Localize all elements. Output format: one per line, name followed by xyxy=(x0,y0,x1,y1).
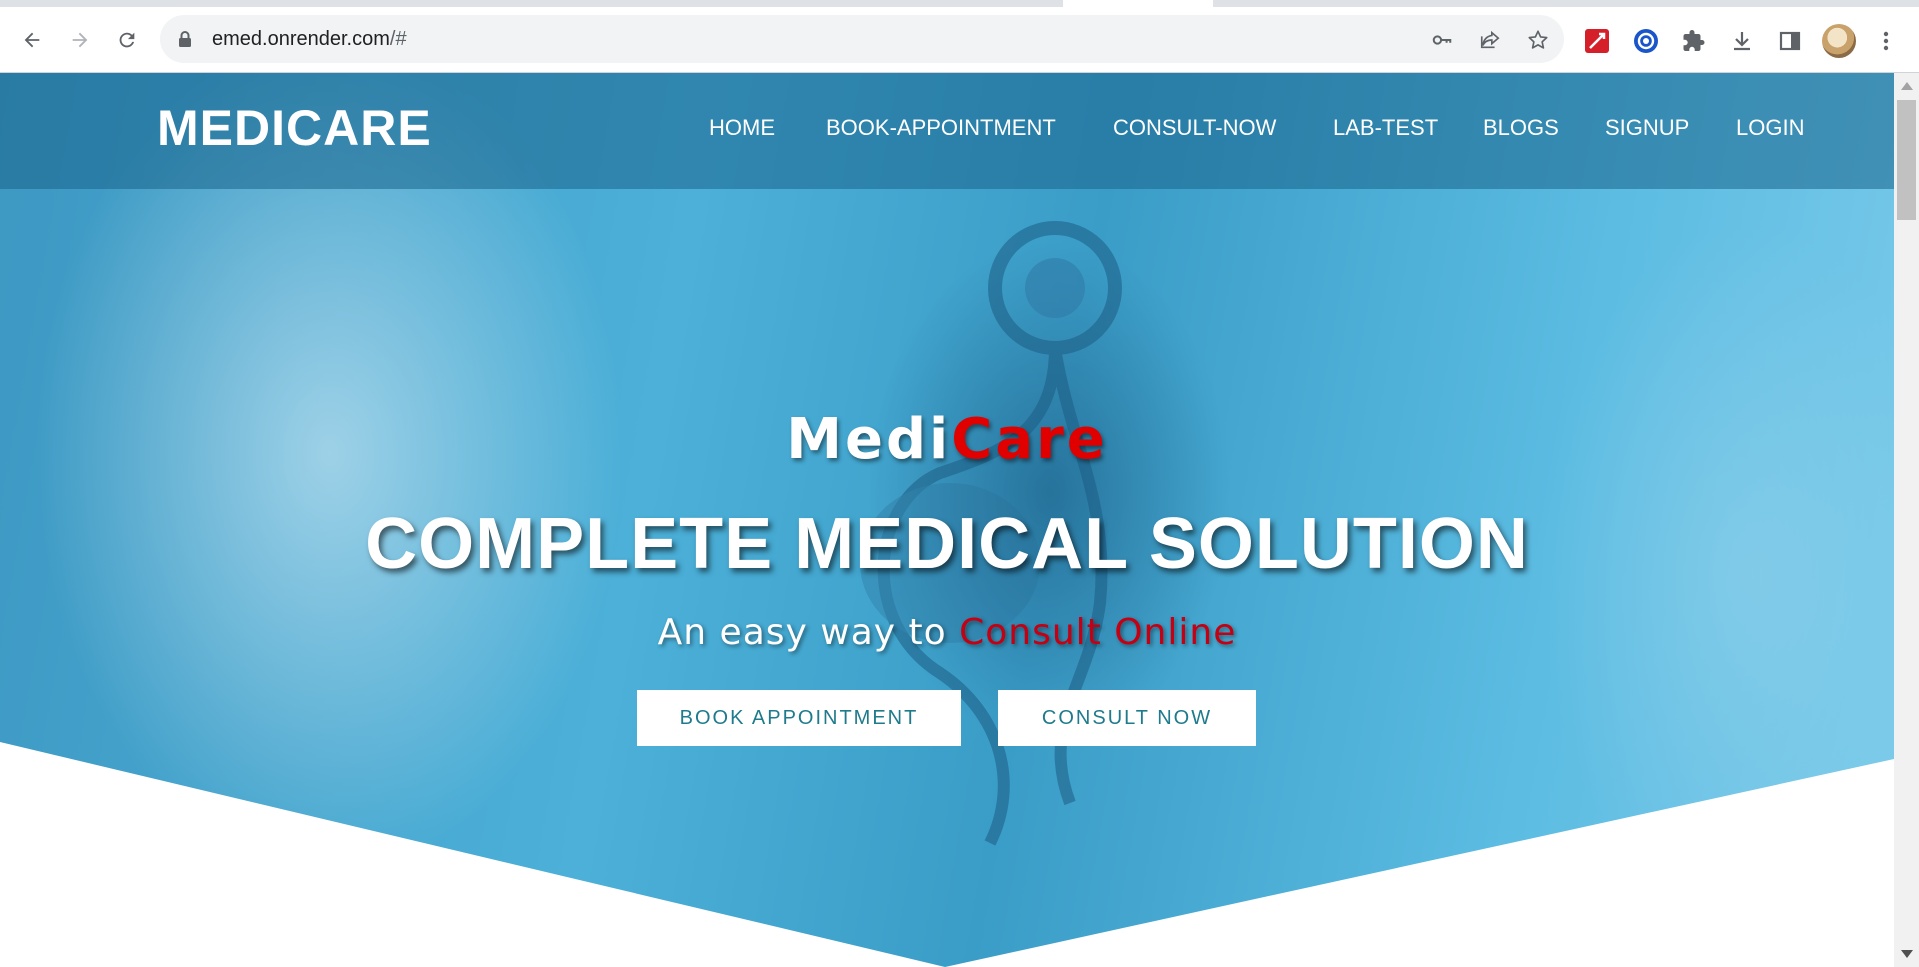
nav-lab-test[interactable]: LAB-TEST xyxy=(1333,115,1438,141)
profile-avatar[interactable] xyxy=(1822,24,1856,58)
hero-tagline: An easy way to Consult Online xyxy=(0,612,1894,653)
nav-login[interactable]: LOGIN xyxy=(1736,115,1804,141)
url-text: emed.onrender.com/# xyxy=(212,28,407,51)
page-scrollbar[interactable] xyxy=(1894,73,1919,967)
hero-brand-title: MediCare xyxy=(0,407,1894,472)
scroll-down-arrow-icon[interactable] xyxy=(1901,950,1913,958)
reload-icon[interactable] xyxy=(110,23,144,57)
url-host: emed.onrender.com xyxy=(212,28,390,50)
address-bar[interactable]: emed.onrender.com/# xyxy=(160,15,1564,63)
lock-icon[interactable] xyxy=(178,30,192,52)
tab-strip xyxy=(0,0,1919,7)
tagline-prefix: An easy way to xyxy=(657,612,947,653)
puzzle-icon[interactable] xyxy=(1679,26,1709,56)
nav-book-appointment[interactable]: BOOK-APPOINTMENT xyxy=(826,115,1056,141)
nav-consult-now[interactable]: CONSULT-NOW xyxy=(1113,115,1276,141)
star-icon[interactable] xyxy=(1525,27,1551,53)
scrollbar-thumb[interactable] xyxy=(1897,100,1916,220)
nav-blogs[interactable]: BLOGS xyxy=(1483,115,1559,141)
book-appointment-button[interactable]: BOOK APPOINTMENT xyxy=(637,690,961,746)
site-nav: HOME BOOK-APPOINTMENT CONSULT-NOW LAB-TE… xyxy=(0,115,1894,145)
key-icon[interactable] xyxy=(1429,27,1455,53)
download-icon[interactable] xyxy=(1727,26,1757,56)
extension-blue-icon[interactable] xyxy=(1631,26,1661,56)
brand-part-care: Care xyxy=(951,407,1108,472)
nav-signup[interactable]: SIGNUP xyxy=(1605,115,1689,141)
tagline-highlight: Consult Online xyxy=(959,612,1237,653)
consult-now-button[interactable]: CONSULT NOW xyxy=(998,690,1256,746)
page-viewport: MEDICARE HOME BOOK-APPOINTMENT CONSULT-N… xyxy=(0,73,1894,967)
url-path: /# xyxy=(389,28,407,50)
brand-part-medi: Medi xyxy=(786,407,952,472)
active-tab[interactable] xyxy=(1063,0,1213,7)
nav-home[interactable]: HOME xyxy=(709,115,775,141)
share-icon[interactable] xyxy=(1477,27,1503,53)
kebab-menu-icon[interactable] xyxy=(1871,26,1901,56)
hero-section: MEDICARE HOME BOOK-APPOINTMENT CONSULT-N… xyxy=(0,73,1894,967)
scroll-up-arrow-icon[interactable] xyxy=(1901,82,1913,90)
side-panel-icon[interactable] xyxy=(1775,26,1805,56)
back-arrow-icon[interactable] xyxy=(15,23,49,57)
forward-arrow-icon[interactable] xyxy=(63,23,97,57)
extension-red-icon[interactable] xyxy=(1582,26,1612,56)
hero-headline: COMPLETE MEDICAL SOLUTION xyxy=(365,504,1529,584)
browser-toolbar: emed.onrender.com/# xyxy=(0,7,1919,73)
